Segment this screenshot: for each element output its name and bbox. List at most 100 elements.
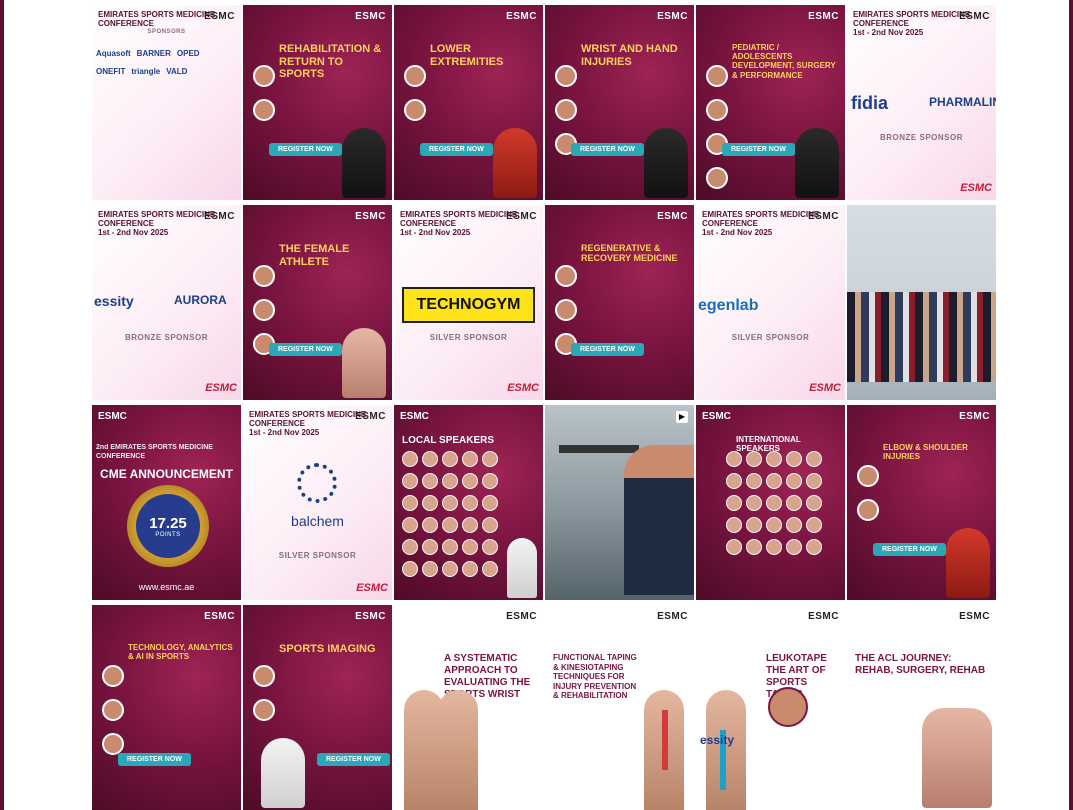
athlete-photo (342, 328, 386, 398)
athlete-photo (507, 538, 537, 598)
post-article-wrist[interactable]: ESMC A SYSTEMATIC APPROACH TO EVALUATING… (394, 605, 543, 810)
sponsor-tier-label: BRONZE SPONSOR (879, 133, 963, 142)
sponsor-tier-label: SILVER SPONSOR (731, 333, 810, 342)
post-sponsor-bronze-2[interactable]: EMIRATES SPORTS MEDICINE CONFERENCE 1st -… (92, 205, 241, 400)
esmc-logo: ESMC (959, 411, 990, 422)
esmc-logo: ESMC (657, 211, 688, 222)
website-url: www.esmc.ae (138, 582, 195, 592)
esmc-logo: ESMC (355, 211, 386, 222)
sponsor-logo-balchem: balchem (291, 513, 344, 529)
post-international-speakers[interactable]: ESMC INTERNATIONAL SPEAKERS (696, 405, 845, 600)
post-session-imaging[interactable]: ESMC SPORTS IMAGING REGISTER NOW (243, 605, 392, 810)
register-now-button[interactable]: REGISTER NOW (118, 753, 191, 766)
speaker-avatars (706, 65, 728, 200)
post-article-acl[interactable]: ESMC THE ACL JOURNEY: REHAB, SURGERY, RE… (847, 605, 996, 810)
esmc-logo: ESMC (204, 11, 235, 22)
post-local-speakers[interactable]: ESMC LOCAL SPEAKERS (394, 405, 543, 600)
register-now-button[interactable]: REGISTER NOW (873, 543, 946, 556)
speaker-photo-grid (726, 451, 822, 555)
register-now-button[interactable]: REGISTER NOW (571, 343, 644, 356)
post-article-leukotape[interactable]: ESMC LEUKOTAPE THE ART OF SPORTS TAPING … (696, 605, 845, 810)
frame-left (0, 0, 4, 810)
sponsor-tier-label: BRONZE SPONSOR (124, 333, 208, 342)
post-cme-announcement[interactable]: ESMC 2nd EMIRATES SPORTS MEDICINE CONFER… (92, 405, 241, 600)
register-now-button[interactable]: REGISTER NOW (269, 143, 342, 156)
session-title: WRIST AND HAND INJURIES (581, 43, 678, 68)
post-session-elbow[interactable]: ESMC ELBOW & SHOULDER INJURIES REGISTER … (847, 405, 996, 600)
post-article-taping[interactable]: ESMC FUNCTIONAL TAPING & KINESIOTAPING T… (545, 605, 694, 810)
session-title: REHABILITATION & RETURN TO SPORTS (279, 43, 382, 81)
esmc-logo: ESMC (204, 211, 235, 222)
post-sponsor-silver-3[interactable]: EMIRATES SPORTS MEDICINE CONFERENCE 1st -… (243, 405, 392, 600)
esmc-logo: ESMC (98, 411, 127, 422)
cme-points-value: 17.25 (149, 514, 187, 532)
post-session-female[interactable]: ESMC THE FEMALE ATHLETE REGISTER NOW (243, 205, 392, 400)
speaker-avatar (768, 687, 808, 727)
sponsor-logo-technogym: TECHNOGYM (402, 287, 535, 323)
speaker-avatars (253, 65, 275, 133)
kinesio-tape-image (662, 710, 668, 770)
register-now-button[interactable]: REGISTER NOW (420, 143, 493, 156)
register-now-button[interactable]: REGISTER NOW (317, 753, 390, 766)
sponsor-logo-essity: essity (94, 293, 134, 309)
esmc-logo: ESMC (959, 11, 990, 22)
group-of-people-image (847, 292, 996, 382)
leg-image (706, 690, 746, 810)
esmc-logo: ESMC (506, 11, 537, 22)
esmc-logo: ESMC (657, 611, 688, 622)
balchem-logo-icon (297, 463, 337, 503)
speaker-avatars (404, 65, 426, 133)
esmc-logo: ESMC (808, 211, 839, 222)
post-session-pediatric[interactable]: ESMC PEDIATRIC / ADOLESCENTS DEVELOPMENT… (696, 5, 845, 200)
register-now-button[interactable]: REGISTER NOW (571, 143, 644, 156)
post-session-rehab[interactable]: ESMC REHABILITATION & RETURN TO SPORTS R… (243, 5, 392, 200)
cme-points-label: POINTS (155, 531, 181, 538)
article-title: THE ACL JOURNEY: REHAB, SURGERY, REHAB (855, 653, 986, 676)
post-sponsor-silver-1[interactable]: EMIRATES SPORTS MEDICINE CONFERENCE 1st -… (394, 205, 543, 400)
esmc-logo: ESMC (355, 411, 386, 422)
athlete-photo (342, 128, 386, 198)
sponsors-label: SPONSORS (147, 29, 186, 35)
esmc-logo: ESMC (959, 611, 990, 622)
leg-image (438, 690, 478, 810)
sponsor-logos: Aquasoft BARNER OPED ONEFIT triangle VALD (96, 49, 200, 76)
athlete-photo (795, 128, 839, 198)
post-group-photo[interactable] (847, 205, 996, 400)
session-title: REGENERATIVE & RECOVERY MEDICINE (581, 243, 678, 264)
post-session-lower[interactable]: ESMC LOWER EXTREMITIES REGISTER NOW (394, 5, 543, 200)
conference-header: 2nd EMIRATES SPORTS MEDICINE CONFERENCE (96, 444, 213, 461)
esmc-corner-logo: ESMC (507, 382, 539, 394)
post-video-gym[interactable]: ▶ (545, 405, 694, 600)
post-sponsor-bronze-1[interactable]: EMIRATES SPORTS MEDICINE CONFERENCE 1st -… (847, 5, 996, 200)
sponsor-tier-label: SILVER SPONSOR (278, 551, 357, 560)
post-session-technology[interactable]: ESMC TECHNOLOGY, ANALYTICS & AI IN SPORT… (92, 605, 241, 810)
esmc-corner-logo: ESMC (205, 382, 237, 394)
athlete-photo (644, 128, 688, 198)
esmc-logo: ESMC (808, 11, 839, 22)
frame-right (1069, 0, 1073, 810)
esmc-logo: ESMC (355, 611, 386, 622)
gym-equipment-image (559, 445, 639, 453)
speaker-photo-grid (402, 451, 498, 577)
post-session-regenerative[interactable]: ESMC REGENERATIVE & RECOVERY MEDICINE RE… (545, 205, 694, 400)
cme-medal-icon: 17.25 POINTS (127, 485, 209, 567)
session-title: LOWER EXTREMITIES (430, 43, 504, 68)
post-sponsor-silver-2[interactable]: EMIRATES SPORTS MEDICINE CONFERENCE 1st -… (696, 205, 845, 400)
speaker-avatars (857, 465, 879, 533)
register-now-button[interactable]: REGISTER NOW (722, 143, 795, 156)
session-title: TECHNOLOGY, ANALYTICS & AI IN SPORTS (128, 643, 233, 662)
esmc-logo: ESMC (657, 11, 688, 22)
register-now-button[interactable]: REGISTER NOW (269, 343, 342, 356)
post-sponsors[interactable]: EMIRATES SPORTS MEDICINE CONFERENCE ESMC… (92, 5, 241, 200)
esmc-logo: ESMC (506, 211, 537, 222)
sponsor-logo-essity: essity (700, 733, 735, 747)
sponsor-logo-regenlab: egenlab (698, 297, 759, 314)
sponsor-logo-pharmalin: PHARMALIN (929, 95, 996, 109)
esmc-logo: ESMC (506, 611, 537, 622)
athlete-photo (946, 528, 990, 598)
post-session-wrist[interactable]: ESMC WRIST AND HAND INJURIES REGISTER NO… (545, 5, 694, 200)
athlete-photo (493, 128, 537, 198)
esmc-logo: ESMC (400, 411, 429, 422)
athlete-photo (922, 708, 992, 808)
post-grid: EMIRATES SPORTS MEDICINE CONFERENCE ESMC… (92, 5, 996, 810)
